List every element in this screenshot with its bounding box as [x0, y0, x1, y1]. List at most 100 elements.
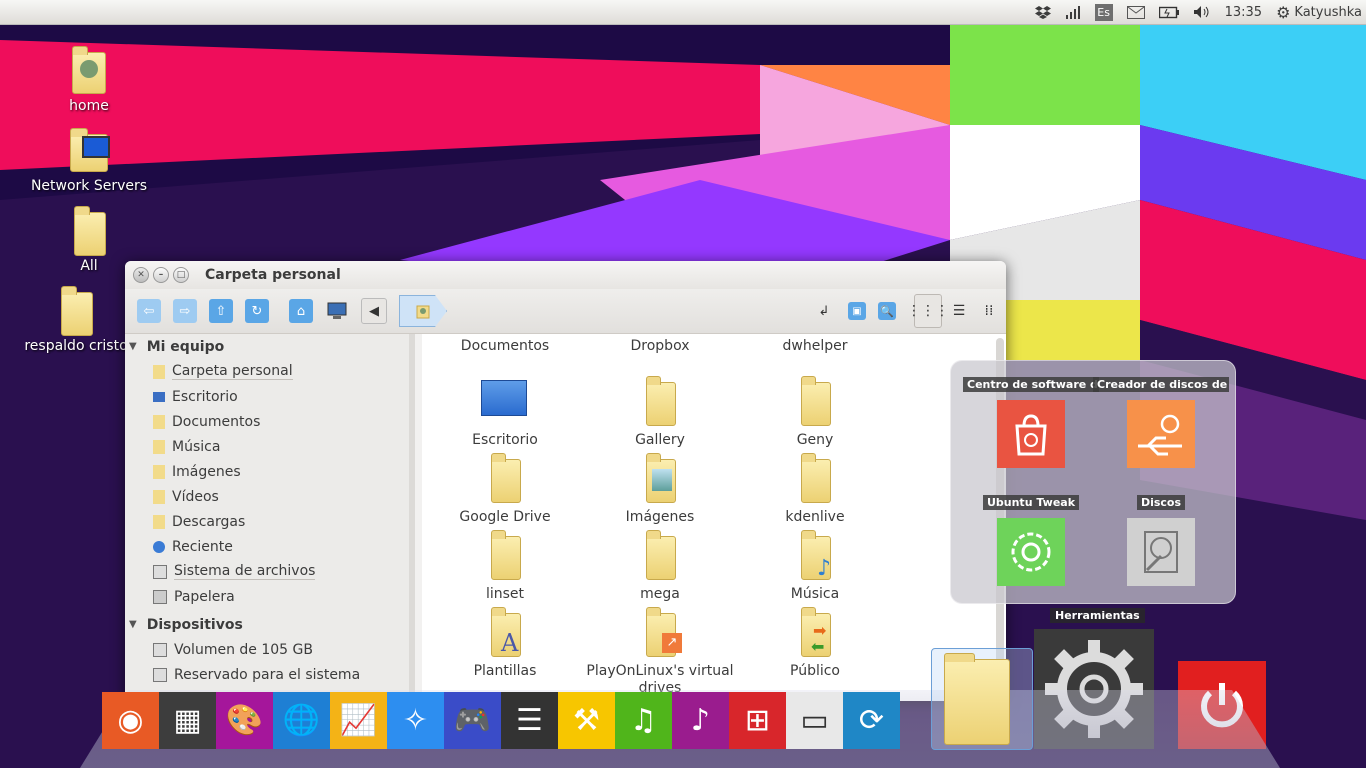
user-menu[interactable]: ⚙ Katyushka: [1269, 0, 1366, 24]
battery-icon[interactable]: [1152, 0, 1186, 24]
windows-launcher[interactable]: ⊞: [729, 692, 786, 749]
file-item[interactable]: Google Drive: [430, 455, 580, 526]
audio-launcher[interactable]: ♪: [672, 692, 729, 749]
keyboard-layout-icon[interactable]: Es: [1088, 0, 1120, 24]
sidebar-item-papelera[interactable]: Papelera: [125, 584, 413, 609]
file-item[interactable]: Escritorio: [430, 378, 580, 449]
desktop-icon-network-servers[interactable]: Network Servers: [29, 124, 149, 194]
signal-icon[interactable]: [1058, 0, 1088, 24]
sidebar-item-musica[interactable]: Música: [125, 434, 413, 459]
sidebar-item-documentos[interactable]: Documentos: [125, 409, 413, 434]
reload-button[interactable]: ↻: [245, 299, 269, 323]
back-button[interactable]: ⇦: [137, 299, 161, 323]
file-item[interactable]: APlantillas: [430, 609, 580, 680]
toggle-location-button[interactable]: ↲: [812, 299, 836, 323]
window-title: Carpeta personal: [205, 267, 341, 283]
construction-launcher[interactable]: ⚒: [558, 692, 615, 749]
path-left-button[interactable]: ◀: [361, 298, 387, 324]
minimize-button[interactable]: –: [153, 267, 169, 283]
folder-icon: [51, 284, 101, 336]
clock[interactable]: 13:35: [1218, 0, 1269, 24]
desktop-folder-icon: [485, 378, 525, 426]
file-label: Documentos: [430, 338, 580, 355]
file-item[interactable]: kdenlive: [740, 455, 890, 526]
new-window-button[interactable]: ▣: [848, 302, 866, 320]
file-item[interactable]: ↗PlayOnLinux's virtual drives: [585, 609, 735, 697]
computer-button[interactable]: [325, 299, 349, 323]
drive-icon: [153, 643, 167, 657]
dropbox-icon[interactable]: [1028, 0, 1058, 24]
launcher-ubuntu-tweak[interactable]: Ubuntu Tweak: [961, 495, 1101, 586]
gamepad-launcher[interactable]: 🎮: [444, 692, 501, 749]
file-item[interactable]: linset: [430, 532, 580, 603]
file-item[interactable]: dwhelper: [740, 334, 890, 355]
file-item[interactable]: ➡⬅Público: [740, 609, 890, 680]
desktop-icon-respaldo[interactable]: respaldo cristo: [22, 284, 130, 354]
keyboard-layout-label: Es: [1095, 4, 1113, 21]
file-item[interactable]: ♪Música: [740, 532, 890, 603]
palette-launcher[interactable]: 🎨: [216, 692, 273, 749]
launcher-software-center[interactable]: Centro de software de Ubuntu: [961, 377, 1101, 468]
sidebar-item-label: Escritorio: [172, 389, 238, 405]
sync-launcher[interactable]: ⟳: [843, 692, 900, 749]
window-titlebar[interactable]: ✕ – □ Carpeta personal: [125, 261, 1006, 289]
file-item[interactable]: Gallery: [585, 378, 735, 449]
sidebar-item-escritorio[interactable]: Escritorio: [125, 384, 413, 409]
sidebar-item-sistema-archivos[interactable]: Sistema de archivos: [125, 559, 413, 584]
link-folder-icon: ↗: [640, 609, 680, 657]
calculator-icon: ▦: [173, 703, 201, 738]
sidebar-item-reciente[interactable]: Reciente: [125, 534, 413, 559]
sidebar-item-reservado[interactable]: Reservado para el sistema: [125, 662, 413, 687]
file-item[interactable]: Documentos: [430, 334, 580, 355]
mail-icon[interactable]: [1120, 0, 1152, 24]
network-folder-icon: [64, 124, 114, 176]
music-video-launcher[interactable]: ♫: [615, 692, 672, 749]
calculator-launcher[interactable]: ▦: [159, 692, 216, 749]
tools-popup: Centro de software de Ubuntu Creador de …: [950, 360, 1236, 604]
close-button[interactable]: ✕: [133, 267, 149, 283]
sidebar-section-dispositivos[interactable]: ▼ Dispositivos: [125, 612, 413, 637]
search-button[interactable]: 🔍: [878, 302, 896, 320]
expand-triangle-icon: ▼: [129, 341, 137, 352]
launcher-startup-disk-creator[interactable]: Creador de discos de arranque: [1091, 377, 1231, 468]
chart-launcher[interactable]: 📈: [330, 692, 387, 749]
file-item[interactable]: Dropbox: [585, 334, 735, 355]
list-view-button[interactable]: ☰: [946, 295, 972, 327]
home-button[interactable]: ⌂: [289, 299, 313, 323]
sidebar-item-imagenes[interactable]: Imágenes: [125, 459, 413, 484]
compact-view-button[interactable]: ⁞⁞: [976, 295, 1002, 327]
sidebar-item-label: Papelera: [174, 589, 235, 605]
gamepad-icon: 🎮: [454, 703, 491, 738]
home-folder-icon: [416, 303, 430, 319]
sidebar-item-videos[interactable]: Vídeos: [125, 484, 413, 509]
forward-button[interactable]: ⇨: [173, 299, 197, 323]
desktop-icon-home[interactable]: home: [29, 44, 149, 114]
herramientas-label: Herramientas: [1050, 608, 1145, 623]
icon-view-button[interactable]: ⋮⋮⋮: [914, 294, 942, 328]
file-item[interactable]: Geny: [740, 378, 890, 449]
launcher-discos[interactable]: Discos: [1091, 495, 1231, 586]
dock-folder-stack[interactable]: [931, 648, 1033, 750]
sidebar-item-volumen[interactable]: Volumen de 105 GB: [125, 637, 413, 662]
volume-icon[interactable]: [1186, 0, 1218, 24]
compass-launcher[interactable]: ✧: [387, 692, 444, 749]
maximize-button[interactable]: □: [173, 267, 189, 283]
drive-icon: [153, 668, 167, 682]
sync-icon: ⟳: [859, 703, 884, 738]
screenshot-launcher[interactable]: ▭: [786, 692, 843, 749]
user-name: Katyushka: [1294, 5, 1362, 20]
sidebar-item-carpeta-personal[interactable]: Carpeta personal: [125, 359, 413, 384]
ubuntu-launcher[interactable]: ◉: [102, 692, 159, 749]
sidebar-section-mi-equipo[interactable]: ▼ Mi equipo: [125, 334, 413, 359]
file-label: Google Drive: [430, 509, 580, 526]
file-item[interactable]: Imágenes: [585, 455, 735, 526]
sidebar-item-descargas[interactable]: Descargas: [125, 509, 413, 534]
world-map-launcher[interactable]: 🌐: [273, 692, 330, 749]
sidebar-scrollbar[interactable]: [409, 334, 415, 701]
file-item[interactable]: mega: [585, 532, 735, 603]
sidebar-item-label: Volumen de 105 GB: [174, 642, 313, 658]
sliders-launcher[interactable]: ☰: [501, 692, 558, 749]
breadcrumb-home[interactable]: [399, 295, 447, 327]
up-button[interactable]: ⇧: [209, 299, 233, 323]
pictures-folder-icon: [640, 455, 680, 503]
